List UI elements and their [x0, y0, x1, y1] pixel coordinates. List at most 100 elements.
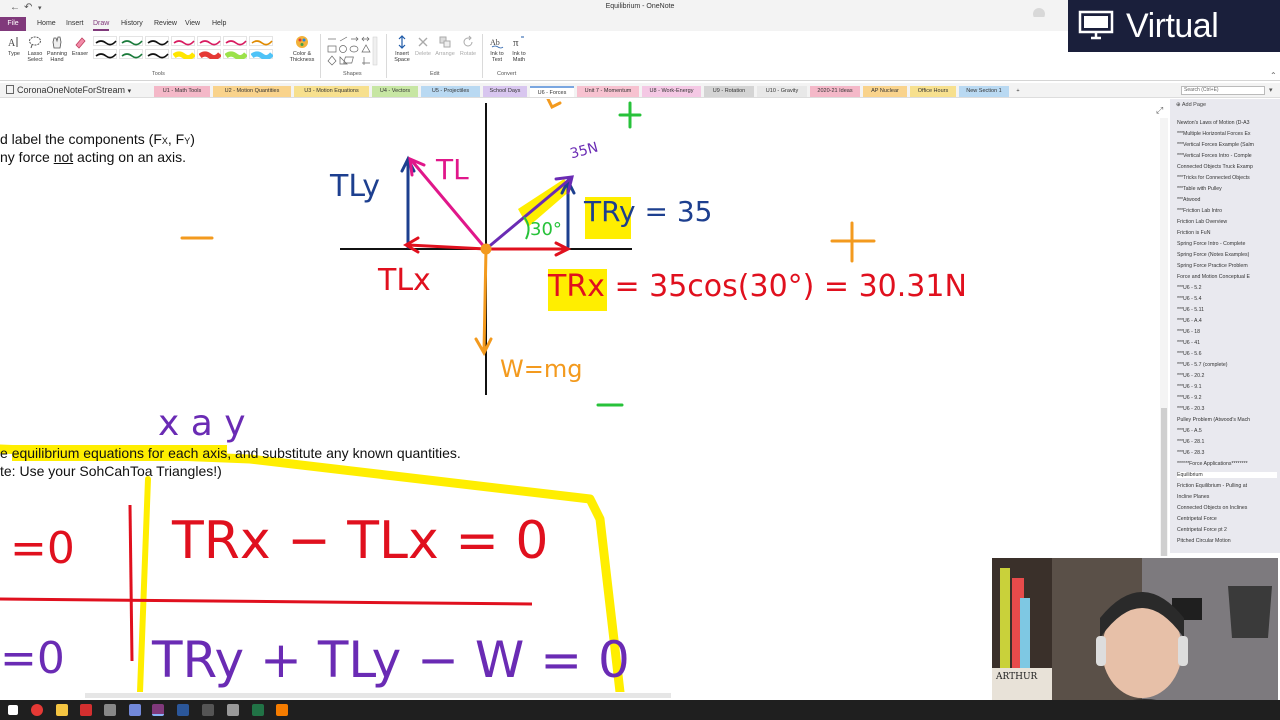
- delete-button[interactable]: Delete: [414, 35, 432, 57]
- app-icon[interactable]: [202, 704, 214, 716]
- page-list-item[interactable]: Spring Force (Notes Examples): [1177, 252, 1277, 258]
- search-dropdown-icon[interactable]: ▾: [1269, 86, 1273, 94]
- lasso-select-button[interactable]: Lasso Select: [26, 35, 44, 63]
- shapes-gallery[interactable]: [326, 36, 378, 66]
- page-list-item[interactable]: ***U6 - 41: [1177, 340, 1277, 346]
- pen-swatch[interactable]: [223, 49, 247, 59]
- page-list-item[interactable]: ***U6 - 5.11: [1177, 307, 1277, 313]
- tab-history[interactable]: History: [121, 19, 143, 31]
- pen-swatch[interactable]: [249, 36, 273, 46]
- tab-view[interactable]: View: [185, 19, 200, 31]
- page-list-item[interactable]: Friction is FuN: [1177, 230, 1277, 236]
- section-tab[interactable]: U4 - Vectors: [372, 86, 418, 97]
- page-list-item[interactable]: ***U6 - 5.7 (complete): [1177, 362, 1277, 368]
- section-tab[interactable]: AP Nuclear: [863, 86, 907, 97]
- page-list-item[interactable]: Force and Motion Conceptual E: [1177, 274, 1277, 280]
- tab-draw[interactable]: Draw: [93, 19, 110, 31]
- section-tab[interactable]: U10 - Gravity: [757, 86, 807, 97]
- color-thickness-button[interactable]: Color & Thickness: [288, 35, 316, 63]
- section-tab[interactable]: U8 - Work-Energy: [642, 86, 701, 97]
- start-icon[interactable]: [8, 705, 18, 715]
- section-tab[interactable]: 2020-21 Ideas: [810, 86, 860, 97]
- type-button[interactable]: A Type: [5, 35, 23, 57]
- page-list-item[interactable]: Spring Force Intro - Complete: [1177, 241, 1277, 247]
- page-list-item[interactable]: ***Friction Lab Intro: [1177, 208, 1277, 214]
- pen-swatch[interactable]: [93, 36, 117, 46]
- add-page-button[interactable]: ⊕ Add Page: [1176, 102, 1206, 108]
- tab-home[interactable]: Home: [37, 19, 56, 31]
- scrollbar-thumb[interactable]: [1161, 408, 1167, 568]
- calendar-icon[interactable]: [104, 704, 116, 716]
- page-list-item[interactable]: ***Vertical Forces Example (Salm: [1177, 142, 1277, 148]
- tab-insert[interactable]: Insert: [66, 19, 84, 31]
- section-tab[interactable]: U3 - Motion Equations: [294, 86, 369, 97]
- page-list-item[interactable]: ***U6 - 9.2: [1177, 395, 1277, 401]
- page-list-item[interactable]: Friction Equilibrium - Pulling at: [1177, 483, 1277, 489]
- rotate-button[interactable]: Rotate: [458, 35, 478, 57]
- page-list-item[interactable]: Spring Force Practice Problem: [1177, 263, 1277, 269]
- expand-page-icon[interactable]: ⤢: [1156, 105, 1163, 116]
- page-list-item[interactable]: ***U6 - A.5: [1177, 428, 1277, 434]
- ink-to-text-button[interactable]: Ab Ink to Text: [487, 35, 507, 63]
- page-list-item[interactable]: ***U6 - 9.1: [1177, 384, 1277, 390]
- panning-hand-button[interactable]: Panning Hand: [46, 35, 68, 63]
- search-input[interactable]: Search (Ctrl+E): [1181, 86, 1265, 95]
- pen-swatch[interactable]: [197, 49, 221, 59]
- page-list-item[interactable]: ***Vertical Forces Intro - Comple: [1177, 153, 1277, 159]
- page-list-item[interactable]: ***U6 - 18: [1177, 329, 1277, 335]
- page-list-item[interactable]: ***U6 - A.4: [1177, 318, 1277, 324]
- eraser-button[interactable]: Eraser: [70, 35, 90, 57]
- pen-swatch[interactable]: [93, 49, 117, 59]
- discord-icon[interactable]: [129, 704, 141, 716]
- tab-help[interactable]: Help: [212, 19, 226, 31]
- page-list-item[interactable]: Pitched Circular Motion: [1177, 538, 1277, 544]
- vlc-icon[interactable]: [276, 704, 288, 716]
- page-list-item[interactable]: ***U6 - 5.6: [1177, 351, 1277, 357]
- page-list-item[interactable]: Centripetal Force pt 2: [1177, 527, 1277, 533]
- page-list-item[interactable]: Newton's Laws of Motion (D-A3: [1177, 120, 1277, 126]
- tab-review[interactable]: Review: [154, 19, 177, 31]
- section-tab[interactable]: New Section 1: [959, 86, 1009, 97]
- section-tab[interactable]: U9 - Rotation: [704, 86, 754, 97]
- chrome-icon[interactable]: [31, 704, 43, 716]
- page-list-item[interactable]: ***U6 - 5.2: [1177, 285, 1277, 291]
- page-list-item[interactable]: ***U6 - 20.3: [1177, 406, 1277, 412]
- pen-swatch[interactable]: [171, 49, 195, 59]
- page-list-item[interactable]: Connected Objects Truck Examp: [1177, 164, 1277, 170]
- pen-swatch[interactable]: [197, 36, 221, 46]
- pen-swatch[interactable]: [171, 36, 195, 46]
- app-icon[interactable]: [227, 704, 239, 716]
- page-list-item[interactable]: ******Force Applications********: [1177, 461, 1277, 467]
- page-list-item[interactable]: ***U6 - 20.2: [1177, 373, 1277, 379]
- page-list-item[interactable]: ***Tricks for Connected Objects: [1177, 175, 1277, 181]
- page-list-item[interactable]: ***Table with Pulley: [1177, 186, 1277, 192]
- page-list-item[interactable]: Centripetal Force: [1177, 516, 1277, 522]
- app-icon[interactable]: [80, 704, 92, 716]
- pen-swatch[interactable]: [249, 49, 273, 59]
- page-list-item[interactable]: Connected Objects on Inclines: [1177, 505, 1277, 511]
- page-list-item[interactable]: Equilibrium: [1177, 472, 1277, 478]
- tab-file[interactable]: File: [0, 17, 26, 31]
- page-list-item[interactable]: ***Multiple Horizontal Forces Ex: [1177, 131, 1277, 137]
- file-explorer-icon[interactable]: [56, 704, 68, 716]
- horizontal-scrollbar[interactable]: [85, 693, 671, 698]
- onenote-icon[interactable]: [152, 704, 164, 716]
- notebook-name[interactable]: CoronaOneNoteForStream ▾: [6, 85, 131, 95]
- section-tab[interactable]: U6 - Forces: [530, 86, 574, 97]
- page-list-item[interactable]: ***U6 - 28.3: [1177, 450, 1277, 456]
- page-list-item[interactable]: ***Atwood: [1177, 197, 1277, 203]
- page-list-item[interactable]: Friction Lab Overview: [1177, 219, 1277, 225]
- excel-icon[interactable]: [252, 704, 264, 716]
- pen-swatch[interactable]: [145, 49, 169, 59]
- arrange-button[interactable]: Arrange: [434, 35, 456, 57]
- page-list-item[interactable]: ***U6 - 28.1: [1177, 439, 1277, 445]
- pen-swatch[interactable]: [119, 36, 143, 46]
- pen-swatch[interactable]: [145, 36, 169, 46]
- page-list-item[interactable]: Incline Planes: [1177, 494, 1277, 500]
- notebook-dropdown-icon[interactable]: ▾: [128, 88, 132, 95]
- section-tab[interactable]: Office Hours: [910, 86, 956, 97]
- page-list-item[interactable]: ***U6 - 5.4: [1177, 296, 1277, 302]
- word-icon[interactable]: [177, 704, 189, 716]
- section-tab[interactable]: U2 - Motion Quantities: [213, 86, 291, 97]
- section-tab[interactable]: Unit 7 - Momentum: [577, 86, 639, 97]
